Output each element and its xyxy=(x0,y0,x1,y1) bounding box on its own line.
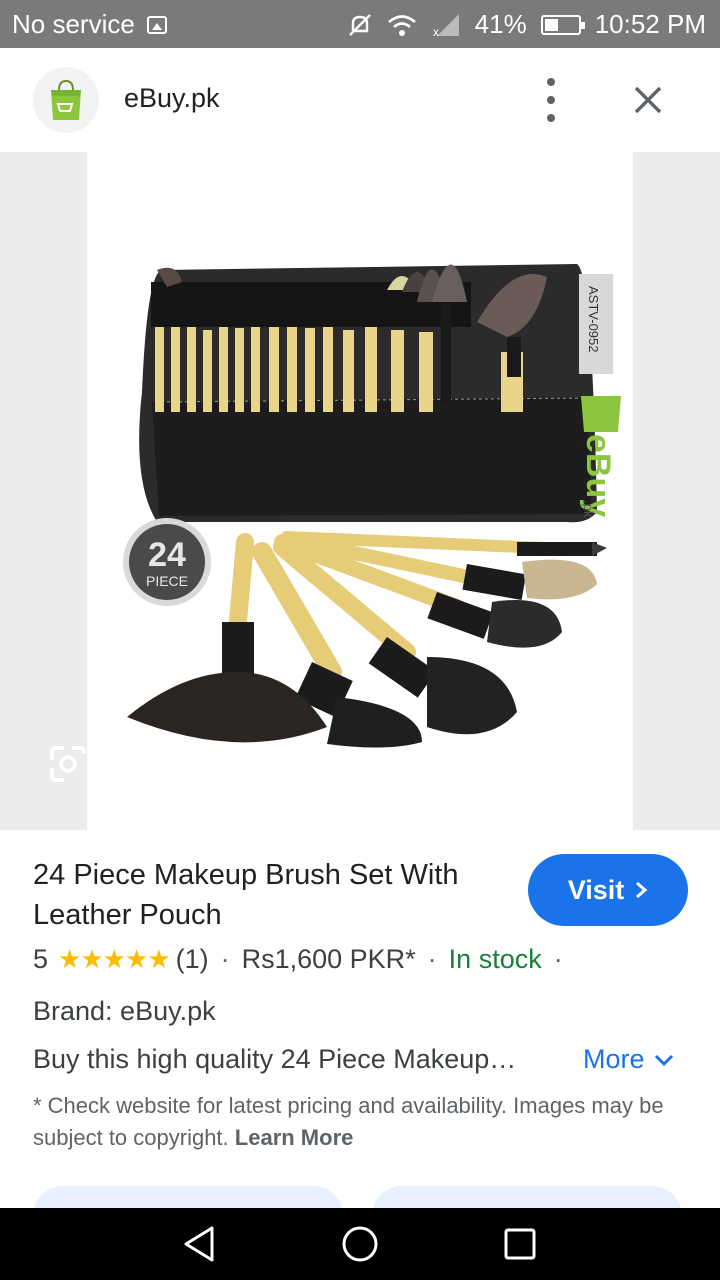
more-vert-icon[interactable] xyxy=(536,78,566,122)
chevron-right-icon xyxy=(636,881,648,899)
recents-icon[interactable] xyxy=(498,1222,542,1266)
result-header: eBuy.pk xyxy=(0,48,720,152)
carrier-label: No service xyxy=(12,9,135,39)
stock-status: In stock xyxy=(448,944,542,974)
brand-line: Brand: eBuy.pk xyxy=(33,996,216,1026)
site-name[interactable]: eBuy.pk xyxy=(124,83,220,114)
product-image-viewer[interactable]: ASTV-0952 eBuy .pk 24 PIECE xyxy=(0,152,720,830)
badge-number: 24 xyxy=(148,536,186,574)
watermark-tld: .pk xyxy=(581,500,596,518)
star-rating-icon: ★★★★★ xyxy=(58,944,171,974)
product-image: ASTV-0952 eBuy .pk 24 PIECE xyxy=(87,152,633,830)
google-lens-icon[interactable] xyxy=(48,744,88,784)
visit-button[interactable]: Visit xyxy=(528,854,688,926)
svg-text:x: x xyxy=(433,25,439,38)
navigation-bar xyxy=(0,1208,720,1280)
battery-percent: 41% xyxy=(474,9,527,39)
battery-icon xyxy=(540,14,585,35)
review-count[interactable]: (1) xyxy=(176,944,209,975)
wifi-icon xyxy=(387,14,416,36)
signal-icon: x xyxy=(433,13,459,38)
brush-set-illustration: ASTV-0952 eBuy .pk 24 PIECE xyxy=(123,264,621,748)
battery-level xyxy=(544,18,558,31)
home-icon[interactable] xyxy=(338,1222,382,1266)
mute-icon xyxy=(348,13,371,36)
more-button[interactable]: More xyxy=(583,1044,675,1075)
clock: 10:52 PM xyxy=(594,9,706,39)
product-title: 24 Piece Makeup Brush Set With Leather P… xyxy=(33,859,459,931)
image-notification-icon xyxy=(146,15,167,34)
separator-dot: · xyxy=(553,944,563,974)
rating-value: 5 xyxy=(33,944,49,974)
visit-label: Visit xyxy=(567,874,625,905)
status-bar: No service x 41% 10:52 PM xyxy=(0,0,720,48)
close-icon[interactable] xyxy=(626,78,670,122)
badge-text: PIECE xyxy=(146,573,188,589)
rating-price-row: 5 ★★★★★ (1) · Rs1,600 PKR* · In stock · xyxy=(33,944,575,975)
site-logo[interactable] xyxy=(33,67,99,133)
learn-more-link[interactable]: Learn More xyxy=(235,1125,354,1150)
price: Rs1,600 PKR* xyxy=(241,944,416,974)
chevron-down-icon xyxy=(654,1054,673,1066)
product-description: Buy this high quality 24 Piece Makeup… xyxy=(33,1044,517,1074)
more-label: More xyxy=(583,1044,645,1074)
back-icon[interactable] xyxy=(178,1222,222,1266)
shopping-bag-logo-icon xyxy=(51,79,81,120)
separator-dot: · xyxy=(427,944,437,974)
disclaimer: * Check website for latest pricing and a… xyxy=(33,1090,673,1154)
separator-dot: · xyxy=(220,944,230,974)
watermark-code: ASTV-0952 xyxy=(586,286,601,353)
